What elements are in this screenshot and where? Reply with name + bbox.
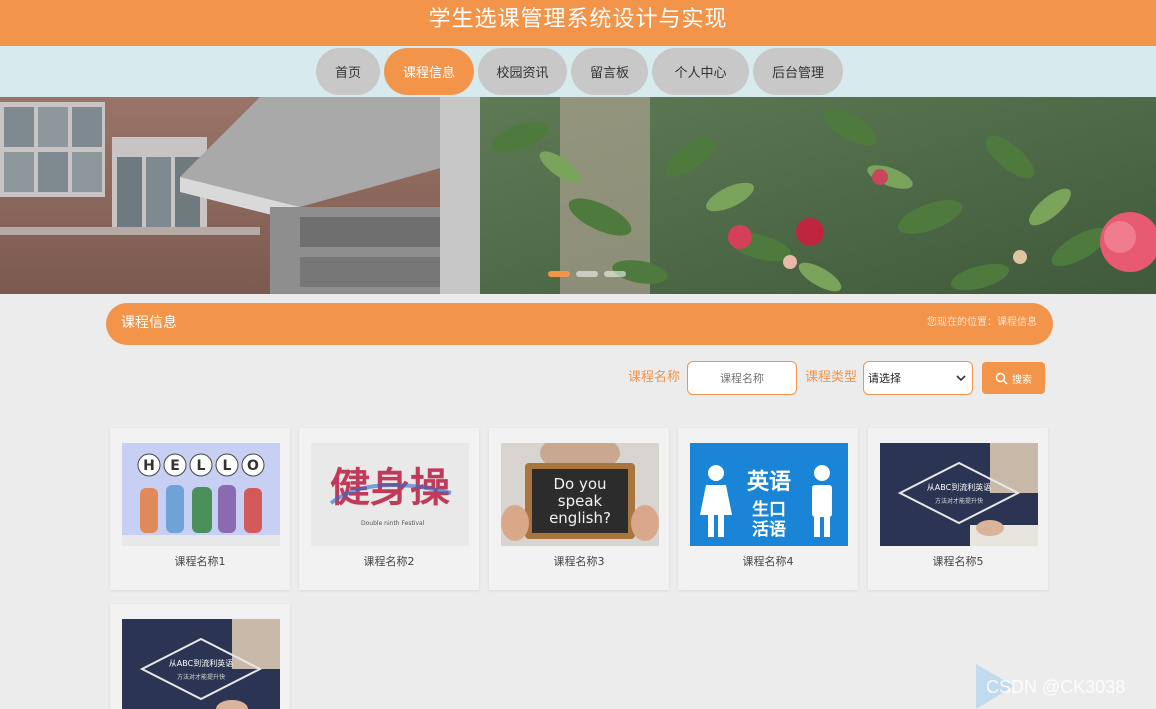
svg-text:从ABC到流利英语: 从ABC到流利英语	[927, 482, 991, 492]
course-thumbnail: 健身操 Double ninth Festival	[311, 443, 469, 546]
course-type-selected: 请选择	[868, 372, 901, 385]
svg-text:E: E	[170, 458, 180, 474]
banner-carousel[interactable]	[0, 97, 1156, 294]
carousel-dot-1[interactable]	[548, 271, 570, 277]
site-title: 学生选课管理系统设计与实现	[428, 7, 728, 32]
section-header: 课程信息 您现在的位置：课程信息	[106, 303, 1053, 345]
svg-text:Double ninth Festival: Double ninth Festival	[361, 520, 425, 527]
course-card-3[interactable]: Do you speak english? 课程名称3	[489, 428, 669, 590]
svg-text:活语: 活语	[752, 519, 786, 540]
svg-text:H: H	[143, 458, 155, 474]
svg-text:Do you: Do you	[553, 475, 606, 493]
nav-item-personal-center[interactable]: 个人中心	[652, 48, 749, 95]
svg-text:speak: speak	[558, 492, 603, 510]
chevron-down-icon	[956, 375, 966, 382]
svg-text:从ABC到流利英语: 从ABC到流利英语	[169, 658, 233, 668]
section-title: 课程信息	[121, 315, 177, 331]
search-button-label: 搜索	[1012, 374, 1032, 386]
carousel-dots	[548, 271, 626, 277]
course-type-label: 课程类型	[805, 370, 858, 385]
course-card-6[interactable]: 从ABC到流利英语 方法对才能提升快	[110, 604, 290, 709]
svg-text:L: L	[197, 458, 206, 474]
course-name: 课程名称5	[932, 555, 984, 568]
watermark-text: CSDN @CK3038	[986, 677, 1126, 697]
course-card-5[interactable]: 从ABC到流利英语 方法对才能提升快 课程名称5	[868, 428, 1048, 590]
main-nav: 首页 课程信息 校园资讯 留言板 个人中心 后台管理	[0, 46, 1156, 98]
breadcrumb: 您现在的位置：课程信息	[927, 317, 1037, 328]
nav-list: 首页 课程信息 校园资讯 留言板 个人中心 后台管理	[316, 48, 843, 95]
course-name: 课程名称1	[174, 555, 226, 568]
course-thumbnail: Do you speak english?	[501, 443, 659, 546]
svg-text:english?: english?	[549, 509, 611, 527]
course-name: 课程名称4	[742, 555, 794, 568]
nav-item-message-board[interactable]: 留言板	[571, 48, 648, 95]
site-header: 学生选课管理系统设计与实现	[0, 0, 1156, 46]
course-name-input[interactable]	[687, 361, 797, 395]
search-button[interactable]: 搜索	[982, 362, 1045, 394]
course-name-label: 课程名称	[628, 370, 681, 385]
course-card-2[interactable]: 健身操 Double ninth Festival 课程名称2	[299, 428, 479, 590]
course-thumbnail: HELLO	[122, 443, 280, 546]
svg-text:英语: 英语	[747, 470, 791, 495]
course-thumbnail: 从ABC到流利英语 方法对才能提升快	[880, 443, 1038, 546]
course-thumbnail: 从ABC到流利英语 方法对才能提升快	[122, 619, 280, 709]
carousel-dot-3[interactable]	[604, 271, 626, 277]
nav-item-admin[interactable]: 后台管理	[753, 48, 843, 95]
course-card-4[interactable]: 英语 生口 活语 课程名称4	[678, 428, 858, 590]
svg-text:方法对才能提升快: 方法对才能提升快	[935, 497, 983, 505]
svg-text:O: O	[247, 458, 259, 474]
course-name: 课程名称3	[553, 555, 605, 568]
course-thumbnail: 英语 生口 活语	[690, 443, 848, 546]
banner-image	[0, 97, 1156, 294]
nav-item-course-info[interactable]: 课程信息	[384, 48, 474, 95]
search-icon	[995, 372, 1008, 385]
svg-text:L: L	[223, 458, 232, 474]
carousel-dot-2[interactable]	[576, 271, 598, 277]
course-type-select[interactable]: 请选择	[863, 361, 973, 395]
svg-text:生口: 生口	[752, 499, 786, 520]
svg-text:方法对才能提升快: 方法对才能提升快	[177, 673, 225, 681]
nav-item-campus-news[interactable]: 校园资讯	[478, 48, 567, 95]
course-card-1[interactable]: HELLO 课程名称1	[110, 428, 290, 590]
course-name: 课程名称2	[363, 555, 415, 568]
nav-item-home[interactable]: 首页	[316, 48, 380, 95]
